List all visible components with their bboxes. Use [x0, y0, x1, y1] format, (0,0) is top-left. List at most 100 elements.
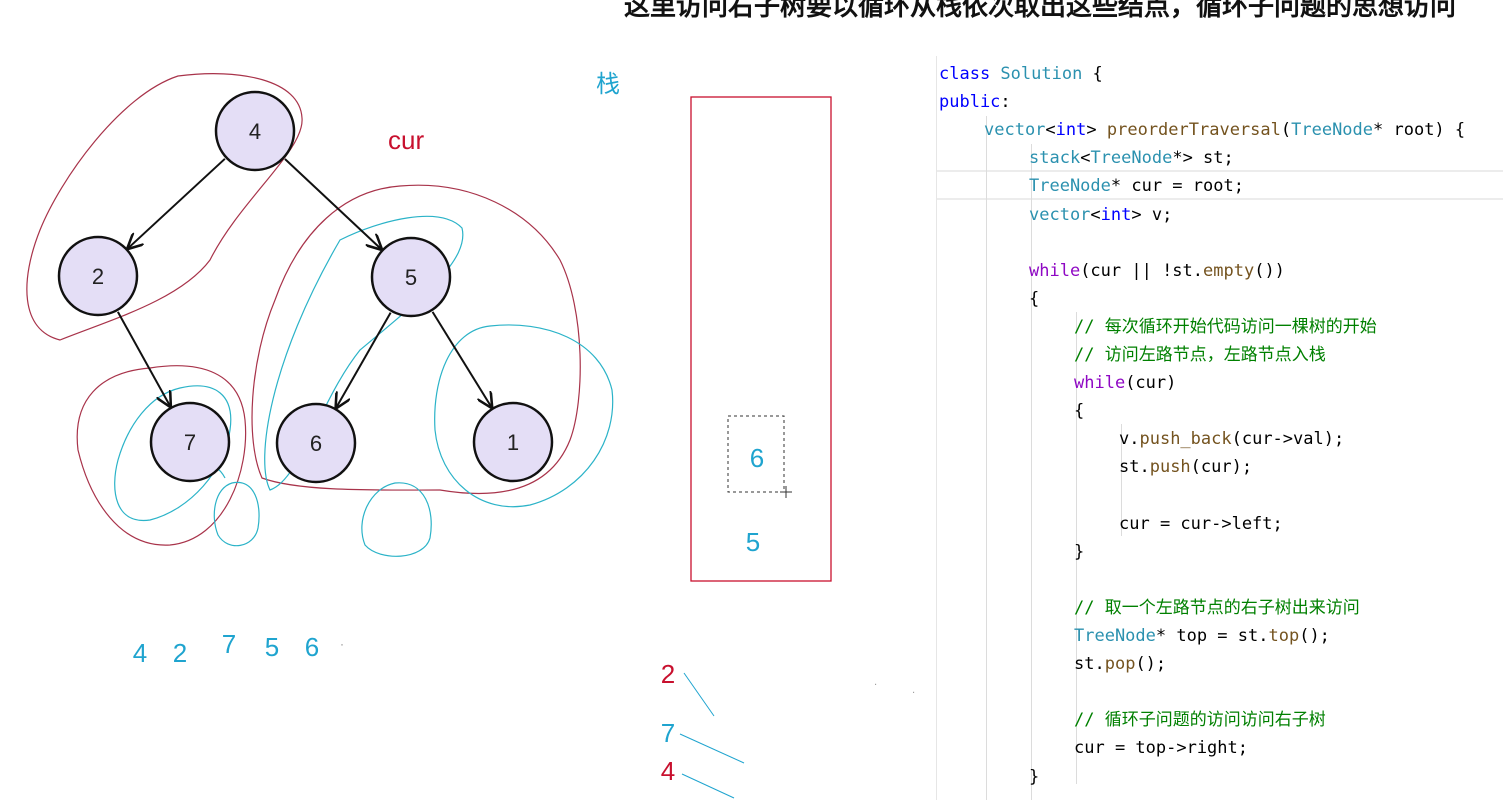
stack-item: 5 — [746, 527, 760, 557]
popped-item: 4 — [661, 756, 675, 786]
code-editor: class Solution {public: vector<int> preor… — [936, 56, 1503, 800]
code-token: TreeNode — [1291, 120, 1374, 141]
indent-guide — [986, 116, 987, 800]
tree-node: 4 — [214, 90, 296, 172]
code-line: // 取一个左路节点的右子树出来访问 — [1074, 594, 1360, 622]
code-token: // 每次循环开始代码访问一棵树的开始 — [1074, 316, 1377, 337]
indent-guide — [1031, 144, 1032, 800]
code-token: // 取一个左路节点的右子树出来访问 — [1074, 597, 1360, 618]
code-token: ( — [1280, 120, 1292, 141]
code-token: TreeNode — [1029, 176, 1111, 197]
sequence-item: 4 — [133, 638, 147, 668]
code-token: > v; — [1131, 204, 1173, 225]
code-line: cur = cur->left; — [1119, 510, 1283, 538]
popped-stroke — [679, 733, 745, 764]
code-line: { — [1029, 285, 1039, 313]
code-token: v. — [1119, 429, 1140, 450]
code-token: vector — [984, 120, 1046, 141]
code-token: * cur = root; — [1110, 176, 1244, 197]
tree-node-label: 4 — [249, 119, 261, 144]
code-line: { — [1074, 397, 1084, 425]
tree-edge — [117, 311, 170, 406]
code-line: class Solution { — [939, 60, 1103, 88]
code-token: ()) — [1254, 260, 1285, 281]
code-token: (cur) — [1125, 373, 1177, 394]
code-token: top — [1268, 626, 1300, 646]
code-line: while(cur || !st.empty()) — [1029, 257, 1285, 285]
stray-dot: · — [874, 680, 877, 691]
move-cursor-icon — [780, 486, 792, 498]
code-token: push_back — [1139, 429, 1232, 450]
code-token: cur = cur->left; — [1119, 513, 1283, 534]
tree-node: 5 — [370, 236, 452, 318]
code-token: vector — [1029, 204, 1091, 225]
code-token: preorderTraversal — [1106, 120, 1281, 141]
code-token: { — [1074, 401, 1085, 422]
sequence-item: 6 — [305, 632, 319, 662]
tree-edge — [284, 158, 381, 249]
code-token: * top = st. — [1155, 626, 1269, 646]
stack-item: 6 — [750, 443, 764, 473]
output-sequence: 42 756 — [133, 629, 319, 668]
stray-dot: · — [912, 688, 915, 699]
code-token: > — [1086, 120, 1107, 141]
code-token: (); — [1299, 626, 1330, 646]
stray-dot: · — [340, 637, 344, 651]
code-token: // 循环子问题的访问访问右子树 — [1074, 710, 1326, 731]
code-token: while — [1029, 260, 1081, 281]
sequence-item: 2 — [173, 638, 187, 668]
code-token: pop — [1104, 654, 1136, 675]
code-line: vector<int> v; — [1029, 201, 1172, 229]
code-token: TreeNode — [1074, 626, 1156, 646]
tree-nodes: 4 2 5 7 6 1 — [57, 90, 554, 484]
code-token: < — [1080, 148, 1091, 169]
tree-edge — [128, 158, 226, 248]
tree-node-label: 6 — [310, 431, 322, 456]
code-line: // 访问左路节点，左路节点入栈 — [1074, 341, 1326, 369]
code-line: vector<int> preorderTraversal(TreeNode* … — [984, 116, 1465, 144]
tree-node-label: 5 — [405, 265, 417, 290]
code-token: int — [1055, 120, 1087, 141]
stack-box — [690, 96, 832, 582]
tree-node: 2 — [57, 235, 139, 317]
code-line: } — [1074, 538, 1084, 566]
popped-item: 7 — [661, 718, 675, 748]
cur-label: cur — [388, 125, 424, 155]
tree-node-label: 7 — [184, 430, 196, 455]
code-token: (cur || !st. — [1080, 260, 1204, 281]
code-token: * root) { — [1373, 120, 1466, 141]
popped-item: 2 — [661, 659, 675, 689]
code-line: TreeNode* cur = root; — [1029, 172, 1244, 200]
code-token: public — [939, 92, 1001, 113]
tree-edge — [336, 312, 392, 408]
code-token: st. — [1074, 654, 1105, 675]
code-line: public: — [939, 88, 1011, 116]
code-token: { — [1029, 288, 1040, 309]
code-token: stack — [1029, 148, 1081, 169]
tree-edge — [431, 311, 492, 407]
tree-node-label: 2 — [92, 264, 104, 289]
code-token: < — [1045, 120, 1056, 141]
code-token: : — [1000, 92, 1011, 113]
code-line: st.pop(); — [1074, 650, 1166, 678]
code-token: (); — [1135, 654, 1167, 675]
tree-diagram: 42 57 6 1 cur 栈 6 5 42756 · 2 7 4 · · — [26, 70, 915, 799]
code-line: // 每次循环开始代码访问一棵树的开始 — [1074, 313, 1377, 341]
code-token: Solution — [990, 64, 1083, 84]
code-line: } — [1029, 763, 1039, 791]
popped-stroke — [683, 672, 715, 717]
popped-stroke — [681, 773, 735, 799]
tree-node: 7 — [149, 401, 231, 483]
code-line: stack<TreeNode*> st; — [1029, 144, 1234, 172]
sequence-item: 7 — [222, 629, 236, 659]
code-line: v.push_back(cur->val); — [1119, 425, 1344, 453]
code-token: } — [1074, 541, 1085, 562]
tree-node: 6 — [275, 402, 357, 484]
code-line: st.push(cur); — [1119, 453, 1252, 481]
code-line: while(cur) — [1074, 369, 1176, 397]
code-line: cur = top->right; — [1074, 734, 1248, 762]
code-token: (cur); — [1190, 457, 1253, 478]
code-token: // 访问左路节点，左路节点入栈 — [1074, 345, 1326, 365]
code-token: { — [1082, 64, 1103, 84]
code-token: push — [1149, 457, 1191, 478]
